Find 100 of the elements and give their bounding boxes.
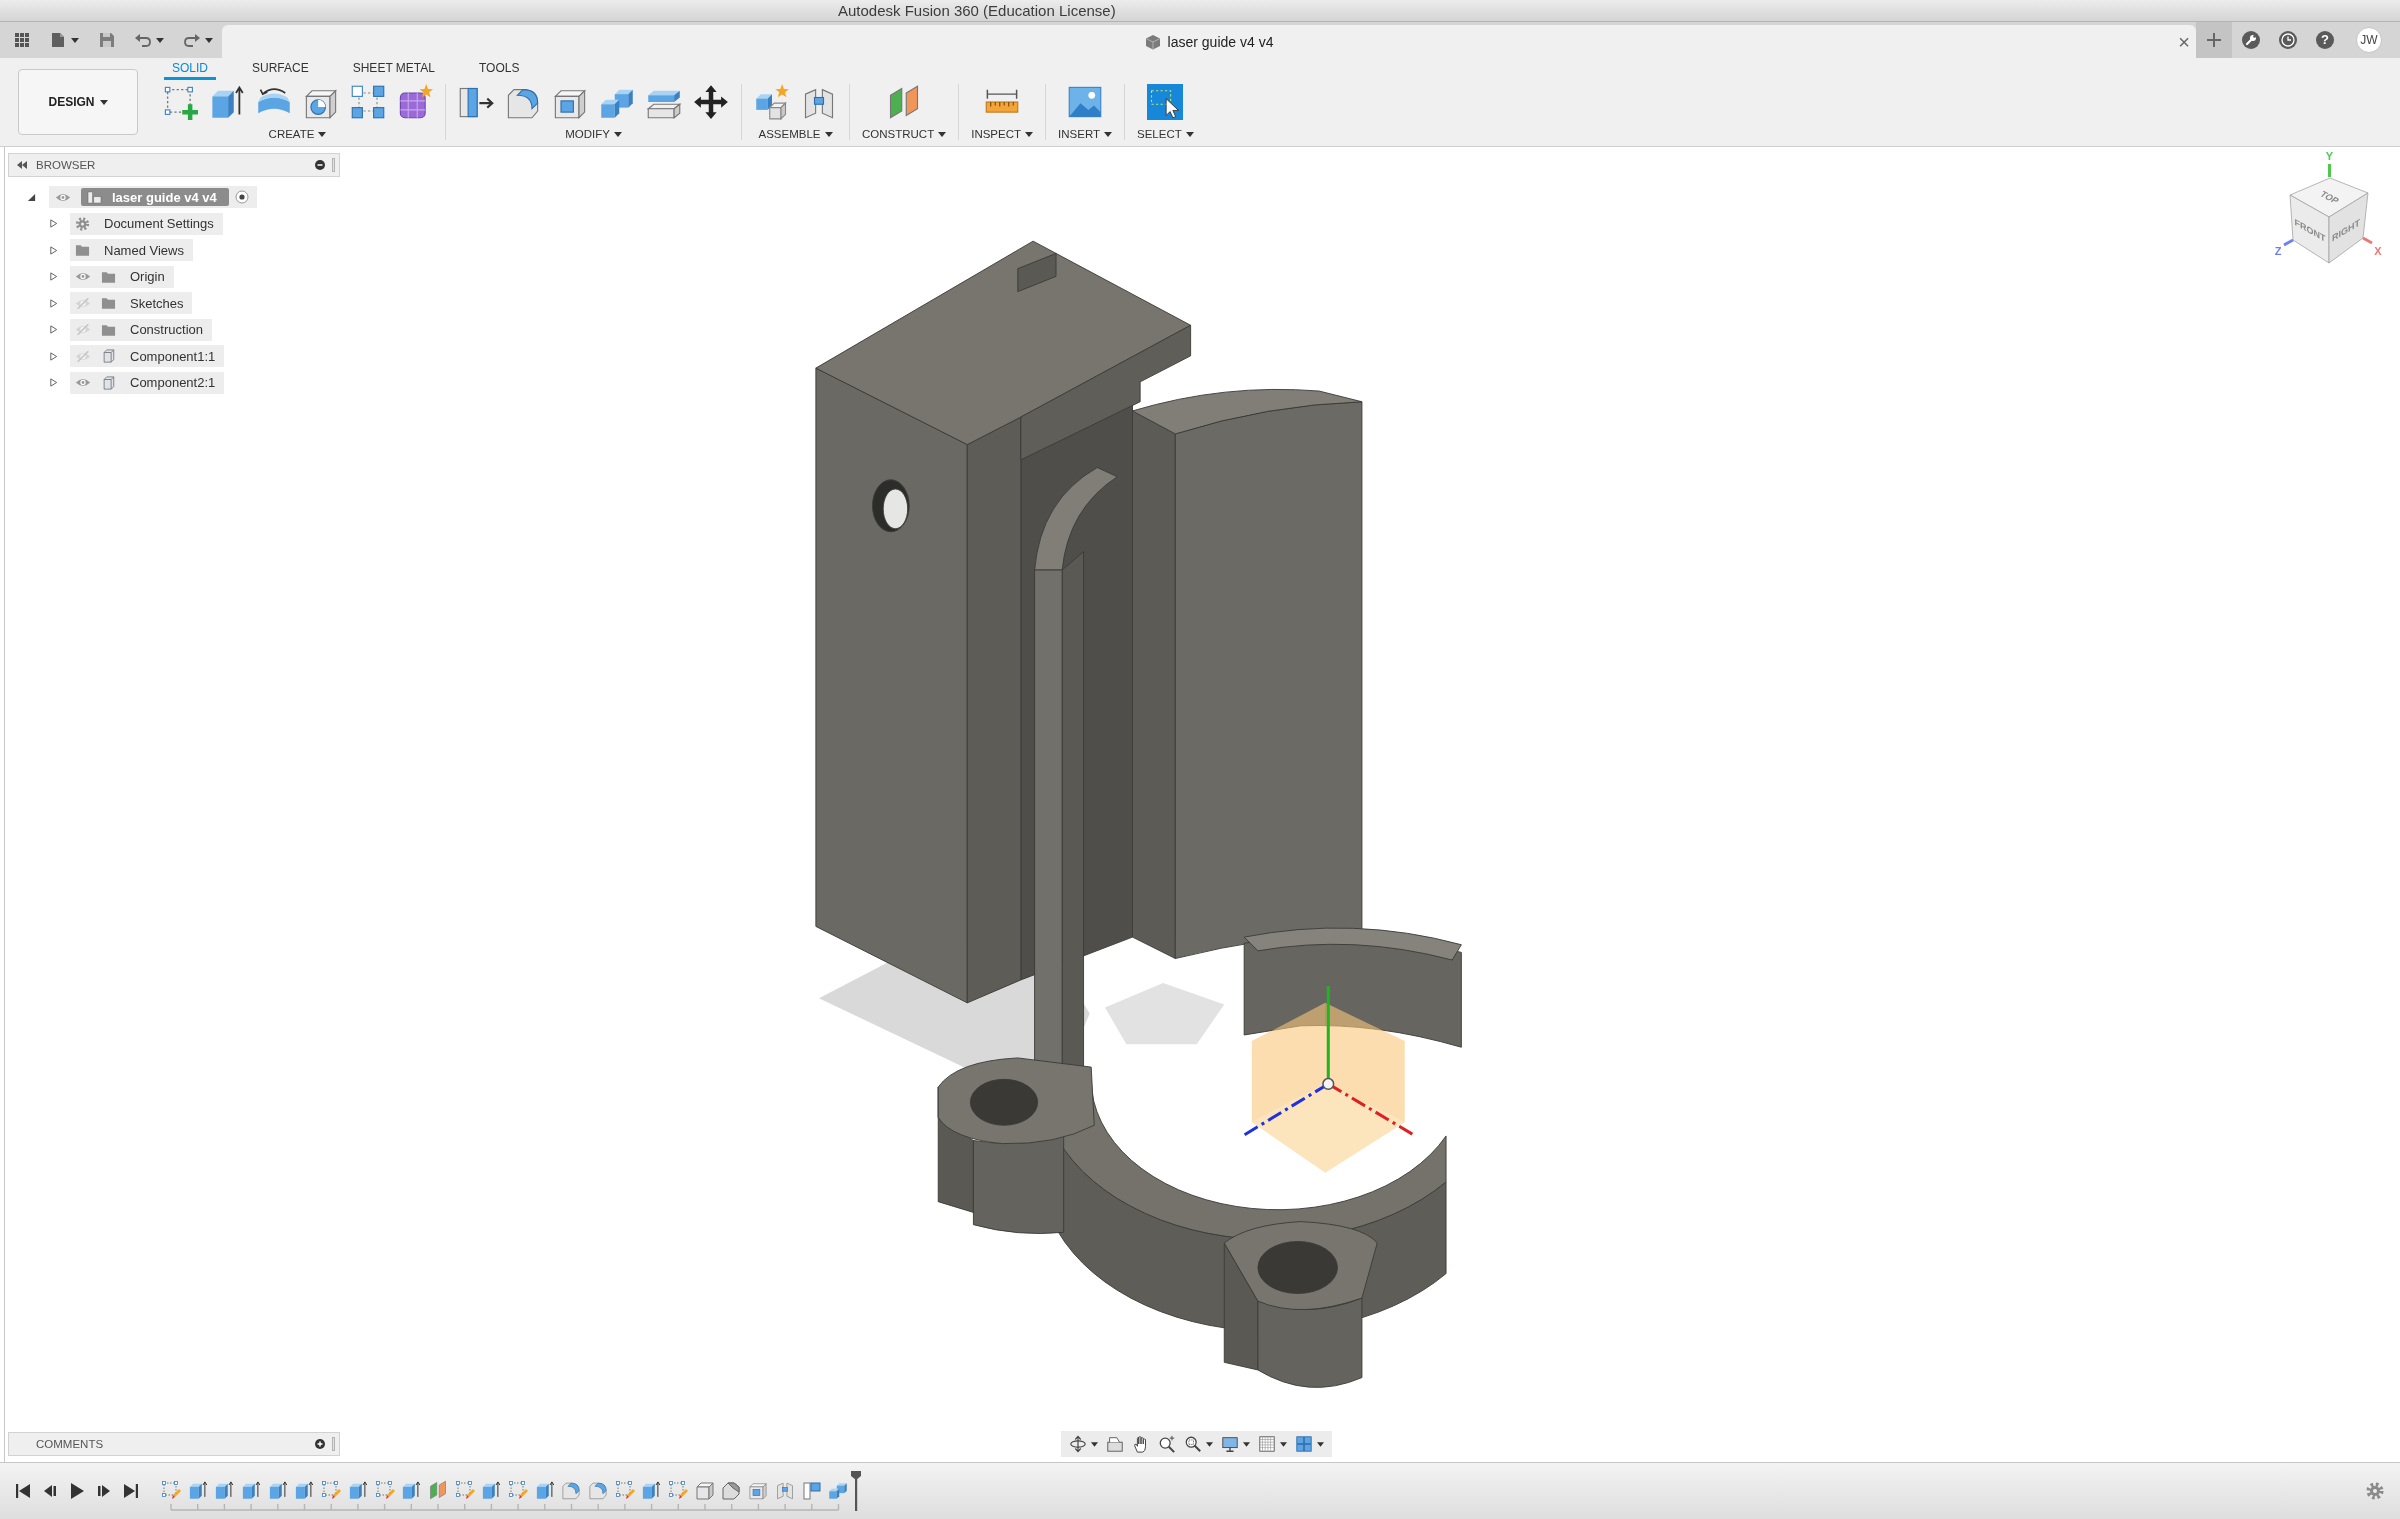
tree-item-label: Sketches xyxy=(130,295,184,311)
grip-icon[interactable] xyxy=(332,158,335,172)
triangle-icon[interactable] xyxy=(49,298,58,308)
document-tab[interactable]: laser guide v4 v4 × xyxy=(222,25,2196,58)
undo-icon[interactable] xyxy=(135,32,151,48)
eye-icon[interactable] xyxy=(75,271,91,283)
caret-icon[interactable] xyxy=(1091,1441,1098,1447)
ribbon-tab[interactable]: TOOLS xyxy=(470,61,528,80)
double-arrow-icon[interactable] xyxy=(17,161,27,169)
orbit-icon[interactable] xyxy=(1069,1435,1087,1453)
cube-star-icon[interactable] xyxy=(397,84,433,120)
tree-item[interactable]: Sketches xyxy=(70,292,193,315)
dashed-square-pencil-icon[interactable] xyxy=(161,1480,181,1500)
dashed-square-pencil-icon[interactable] xyxy=(321,1480,342,1500)
selection-cursor-icon[interactable] xyxy=(1147,84,1184,120)
radio-icon[interactable] xyxy=(234,190,249,205)
minus-circle-icon[interactable] xyxy=(315,160,325,170)
app-grid-icon[interactable] xyxy=(14,32,30,48)
tree-item[interactable]: Named Views xyxy=(70,239,193,262)
dashed-square-pencil-icon[interactable] xyxy=(668,1480,689,1500)
tree-item[interactable]: Component2:1 xyxy=(70,371,225,394)
eye-icon[interactable] xyxy=(75,377,91,389)
beveled-cube-icon[interactable] xyxy=(721,1480,742,1500)
settings-icon[interactable] xyxy=(2366,1482,2384,1500)
new-tab-button[interactable] xyxy=(2196,22,2232,58)
group-menu-button[interactable]: SELECT xyxy=(1137,128,1194,140)
clamp-bracket-drawing[interactable] xyxy=(815,240,1462,1388)
triangle-icon[interactable] xyxy=(49,272,58,282)
box-inset-icon[interactable] xyxy=(748,1480,769,1500)
picture-icon[interactable] xyxy=(1067,84,1104,120)
tree-item[interactable]: Origin xyxy=(70,265,174,288)
box-arrow-icon[interactable] xyxy=(209,84,245,120)
skip-end-icon[interactable] xyxy=(122,1482,140,1500)
clock-icon[interactable] xyxy=(2279,31,2297,49)
tree-item[interactable]: Document Settings xyxy=(70,212,223,235)
triangle-icon[interactable] xyxy=(49,378,58,388)
caret-icon[interactable] xyxy=(205,37,213,43)
dashed-square-pencil-icon[interactable] xyxy=(507,1480,528,1500)
rounded-box-icon[interactable] xyxy=(588,1480,608,1500)
plus-circle-icon[interactable] xyxy=(315,1439,325,1449)
tree-item-label: Construction xyxy=(130,322,203,338)
dashed-square-plus-icon[interactable] xyxy=(162,84,198,120)
eye-icon[interactable] xyxy=(55,191,71,203)
dashed-square-pencil-icon[interactable] xyxy=(454,1480,475,1500)
ribbon-tab[interactable]: SURFACE xyxy=(244,61,317,80)
caret-icon xyxy=(1025,131,1034,137)
zoom-icon[interactable] xyxy=(1158,1435,1176,1453)
group-menu-button[interactable]: CREATE xyxy=(268,128,327,140)
corner-panel-icon[interactable] xyxy=(801,1480,822,1500)
close-tab-button[interactable]: × xyxy=(2178,31,2190,52)
linked-brackets-icon[interactable] xyxy=(774,1480,795,1500)
skip-start-icon[interactable] xyxy=(14,1482,32,1500)
caret-icon[interactable] xyxy=(71,37,79,43)
four-pane-icon[interactable] xyxy=(1295,1435,1313,1453)
triangle-icon[interactable] xyxy=(49,325,58,335)
timeline-marker-icon[interactable] xyxy=(850,1471,861,1511)
component-box-icon xyxy=(101,349,116,364)
tree-item[interactable]: Construction xyxy=(70,318,212,341)
caret-icon[interactable] xyxy=(1280,1441,1287,1447)
group-menu-button[interactable]: INSERT xyxy=(1058,128,1112,140)
redo-icon[interactable] xyxy=(184,32,200,48)
play-icon[interactable] xyxy=(68,1482,86,1500)
tree-item[interactable]: Component1:1 xyxy=(70,345,225,368)
caret-icon[interactable] xyxy=(156,37,164,43)
tree-item-label: Component1:1 xyxy=(130,348,216,364)
group-menu-button[interactable]: CONSTRUCT xyxy=(862,128,947,140)
group-menu-button[interactable]: MODIFY xyxy=(565,128,622,140)
wrench-icon[interactable] xyxy=(2242,31,2260,49)
two-cubes-icon[interactable] xyxy=(828,1480,849,1500)
document-icon[interactable] xyxy=(50,32,66,48)
caret-icon[interactable] xyxy=(1206,1441,1213,1447)
triangle-icon[interactable] xyxy=(49,351,58,361)
grip-icon[interactable] xyxy=(332,1437,335,1451)
caret-icon[interactable] xyxy=(1243,1441,1250,1447)
caret-icon xyxy=(1104,131,1112,137)
triangle-icon[interactable] xyxy=(49,219,58,229)
group-menu-button[interactable]: ASSEMBLE xyxy=(758,128,833,140)
rounded-box-icon[interactable] xyxy=(561,1480,582,1500)
ribbon-tab[interactable]: SHEET METAL xyxy=(344,61,443,80)
triangle-icon[interactable] xyxy=(27,192,36,202)
dashed-square-pencil-icon[interactable] xyxy=(614,1480,635,1500)
tree-item-label: Origin xyxy=(130,269,165,285)
cubes-star-icon[interactable] xyxy=(754,84,790,120)
monitor-icon[interactable] xyxy=(1221,1435,1239,1453)
triangle-icon[interactable] xyxy=(49,245,58,255)
user-avatar-button[interactable]: JW xyxy=(2356,27,2382,53)
framed-box-icon[interactable] xyxy=(1106,1435,1124,1453)
square-grid-icon[interactable] xyxy=(350,84,386,120)
folder-icon xyxy=(75,243,90,258)
move-icon[interactable] xyxy=(693,84,729,120)
save-icon[interactable] xyxy=(99,32,115,48)
cube-icon[interactable] xyxy=(694,1480,715,1500)
group-menu-button[interactable]: INSPECT xyxy=(971,128,1034,140)
two-planes-icon[interactable] xyxy=(427,1480,448,1500)
caret-icon[interactable] xyxy=(1317,1441,1324,1447)
workspace-menu-button[interactable]: DESIGN xyxy=(18,69,138,135)
caret-icon xyxy=(318,131,327,137)
dashed-square-pencil-icon[interactable] xyxy=(374,1480,395,1500)
help-button[interactable]: ? xyxy=(2316,31,2334,49)
zoom-window-icon[interactable] xyxy=(1184,1435,1202,1453)
